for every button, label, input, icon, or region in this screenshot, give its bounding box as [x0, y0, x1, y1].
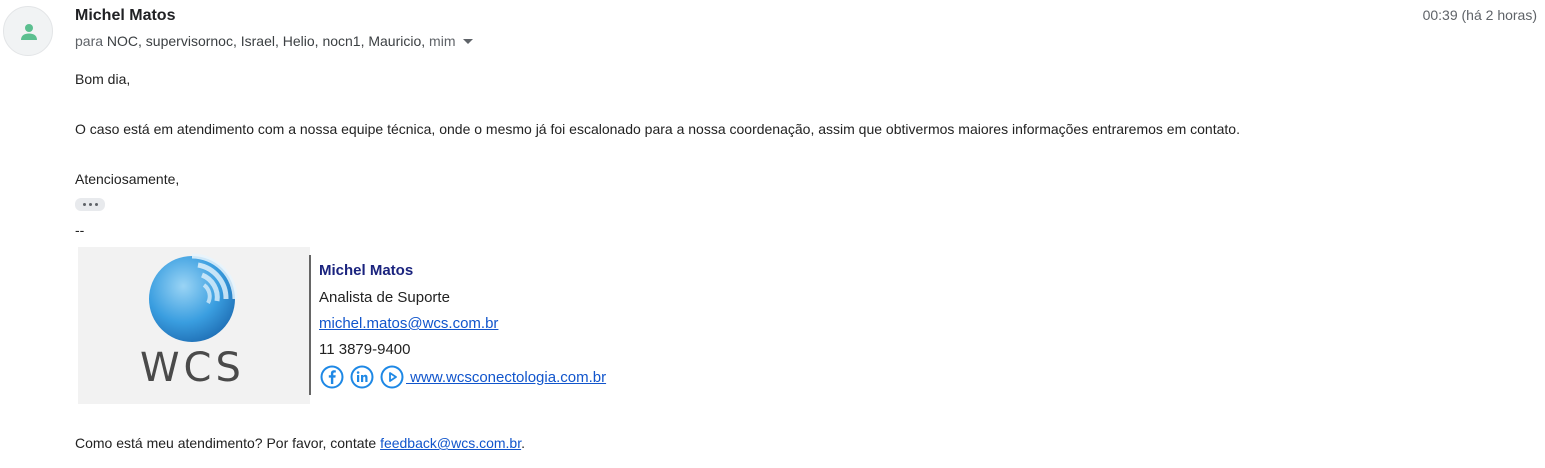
message-paragraph: O caso está em atendimento com a nossa e…: [75, 121, 1240, 137]
signature-name: Michel Matos: [319, 262, 414, 279]
feedback-line: Como está meu atendimento? Por favor, co…: [75, 435, 525, 451]
dot: [88, 203, 92, 206]
company-logo: WCS: [78, 247, 310, 404]
social-links: www.wcsconectologia.com.br: [320, 365, 606, 389]
signature-role: Analista de Suporte: [319, 289, 450, 306]
youtube-icon[interactable]: [380, 365, 404, 389]
feedback-end: .: [521, 435, 525, 451]
feedback-text: Como está meu atendimento? Por favor, co…: [75, 435, 377, 451]
dot: [94, 203, 98, 206]
sender-avatar[interactable]: [3, 6, 53, 56]
closing-text: Atenciosamente,: [75, 171, 180, 187]
recipient-list: NOC, supervisornoc, Israel, Helio, nocn1…: [106, 33, 426, 49]
to-prefix: para: [75, 33, 104, 49]
linkedin-icon[interactable]: [350, 365, 374, 389]
sender-name[interactable]: Michel Matos: [75, 7, 175, 25]
logo-wordmark: WCS: [140, 345, 245, 391]
greeting-text: Bom dia,: [75, 71, 131, 87]
signature-separator: --: [75, 222, 85, 238]
self-recipient: mim: [429, 33, 456, 49]
show-details-chevron-down-icon[interactable]: [463, 38, 474, 44]
dot: [82, 203, 86, 206]
feedback-email-link[interactable]: feedback@wcs.com.br: [380, 435, 521, 451]
signature-phone: 11 3879-9400: [319, 341, 411, 358]
signature-email-link[interactable]: michel.matos@wcs.com.br: [319, 315, 498, 332]
message-timestamp: 00:39 (há 2 horas): [1422, 7, 1537, 23]
person-icon: [21, 24, 37, 40]
recipients-line: para NOC, supervisornoc, Israel, Helio, …: [75, 33, 474, 49]
show-trimmed-content-button[interactable]: [75, 198, 105, 211]
website-link[interactable]: www.wcsconectologia.com.br: [406, 369, 606, 386]
facebook-icon[interactable]: [320, 365, 344, 389]
signature-divider: [309, 255, 311, 395]
